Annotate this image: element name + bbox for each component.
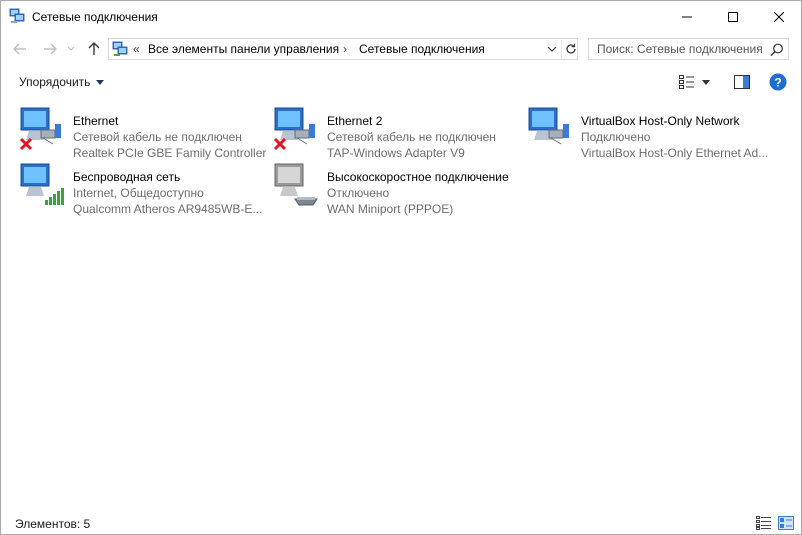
navigation-bar: « Все элементы панели управления › Сетев… bbox=[1, 32, 801, 66]
connection-ethernet[interactable]: Ethernet Сетевой кабель не подключен Rea… bbox=[19, 106, 269, 160]
search-icon[interactable] bbox=[769, 42, 785, 58]
connection-name: VirtualBox Host-Only Network bbox=[581, 114, 740, 128]
connections-list: Ethernet Сетевой кабель не подключен Rea… bbox=[1, 98, 801, 503]
connection-status: Internet, Общедоступно bbox=[73, 186, 204, 200]
arrow-right-icon bbox=[44, 43, 57, 55]
explorer-window: Сетевые подключения « Все элементы панел… bbox=[0, 0, 802, 535]
refresh-icon bbox=[565, 43, 576, 54]
connection-name: Ethernet 2 bbox=[327, 114, 383, 128]
refresh-button[interactable] bbox=[561, 40, 579, 58]
connection-status: Сетевой кабель не подключен bbox=[327, 130, 496, 144]
connection-status: Сетевой кабель не подключен bbox=[73, 130, 242, 144]
broadband-disabled-icon bbox=[274, 163, 318, 206]
connection-name: Беспроводная сеть bbox=[73, 170, 181, 184]
breadcrumb-separator[interactable]: › bbox=[343, 42, 347, 56]
help-icon[interactable]: ? bbox=[769, 73, 787, 91]
connection-name: Ethernet bbox=[73, 114, 119, 128]
breadcrumb-all-control-panel-items[interactable]: Все элементы панели управления bbox=[148, 42, 339, 56]
wireless-connected-icon bbox=[20, 163, 64, 205]
connection-ethernet-2[interactable]: Ethernet 2 Сетевой кабель не подключен T… bbox=[273, 106, 523, 160]
preview-pane-icon[interactable] bbox=[734, 74, 750, 90]
window-title: Сетевые подключения bbox=[32, 10, 158, 24]
title-bar: Сетевые подключения bbox=[1, 1, 801, 32]
caret-down-icon bbox=[702, 79, 710, 85]
address-history-button[interactable] bbox=[543, 40, 561, 58]
details-view-icon[interactable] bbox=[756, 516, 772, 530]
search-box[interactable]: Поиск: Сетевые подключения bbox=[588, 38, 789, 60]
tiles-view-icon[interactable] bbox=[778, 516, 794, 530]
control-panel-icon bbox=[112, 41, 128, 56]
connection-device: WAN Miniport (PPPOE) bbox=[327, 202, 454, 216]
maximize-icon bbox=[728, 11, 738, 22]
recent-locations-button[interactable] bbox=[63, 38, 79, 60]
connection-high-speed[interactable]: Высокоскоростное подключение Отключено W… bbox=[273, 162, 523, 216]
forward-button[interactable] bbox=[39, 38, 61, 60]
connection-device: Realtek PCIe GBE Family Controller bbox=[73, 146, 267, 160]
network-connections-icon bbox=[9, 8, 25, 23]
arrow-left-icon bbox=[13, 43, 26, 55]
address-bar[interactable]: « Все элементы панели управления › Сетев… bbox=[108, 38, 578, 60]
item-count: Элементов: 5 bbox=[15, 517, 91, 531]
breadcrumb-network-connections[interactable]: Сетевые подключения bbox=[359, 42, 485, 56]
up-button[interactable] bbox=[83, 38, 105, 60]
ethernet-connected-icon bbox=[528, 107, 569, 145]
connection-device: VirtualBox Host-Only Ethernet Ad... bbox=[581, 146, 769, 160]
close-button[interactable] bbox=[756, 1, 802, 32]
caret-down-icon bbox=[96, 79, 105, 85]
connection-name: Высокоскоростное подключение bbox=[327, 170, 509, 184]
connection-device: TAP-Windows Adapter V9 bbox=[327, 146, 465, 160]
svg-text:?: ? bbox=[774, 76, 781, 90]
connection-virtualbox-host-only[interactable]: VirtualBox Host-Only Network Подключено … bbox=[527, 106, 777, 160]
minimize-icon bbox=[682, 16, 692, 17]
chevron-down-icon bbox=[67, 46, 75, 51]
change-view-button[interactable] bbox=[679, 74, 715, 90]
connection-status: Отключено bbox=[327, 186, 390, 200]
chevron-down-icon bbox=[547, 46, 557, 52]
arrow-up-icon bbox=[88, 42, 100, 55]
organize-button[interactable]: Упорядочить bbox=[19, 75, 105, 89]
connection-wireless[interactable]: Беспроводная сеть Internet, Общедоступно… bbox=[19, 162, 269, 216]
breadcrumb-overflow[interactable]: « bbox=[133, 42, 140, 56]
back-button[interactable] bbox=[9, 38, 31, 60]
maximize-button[interactable] bbox=[710, 1, 756, 32]
ethernet-disconnected-icon bbox=[19, 107, 61, 151]
organize-label: Упорядочить bbox=[19, 75, 91, 89]
command-bar: Упорядочить ? bbox=[1, 66, 801, 98]
search-input[interactable]: Поиск: Сетевые подключения bbox=[597, 42, 763, 56]
minimize-button[interactable] bbox=[664, 1, 710, 32]
ethernet-disconnected-icon bbox=[273, 107, 315, 151]
connection-device: Qualcomm Atheros AR9485WB-E... bbox=[73, 202, 263, 216]
view-details-icon bbox=[679, 75, 694, 89]
status-bar: Элементов: 5 bbox=[1, 510, 801, 534]
connection-status: Подключено bbox=[581, 130, 651, 144]
close-icon bbox=[774, 11, 784, 22]
